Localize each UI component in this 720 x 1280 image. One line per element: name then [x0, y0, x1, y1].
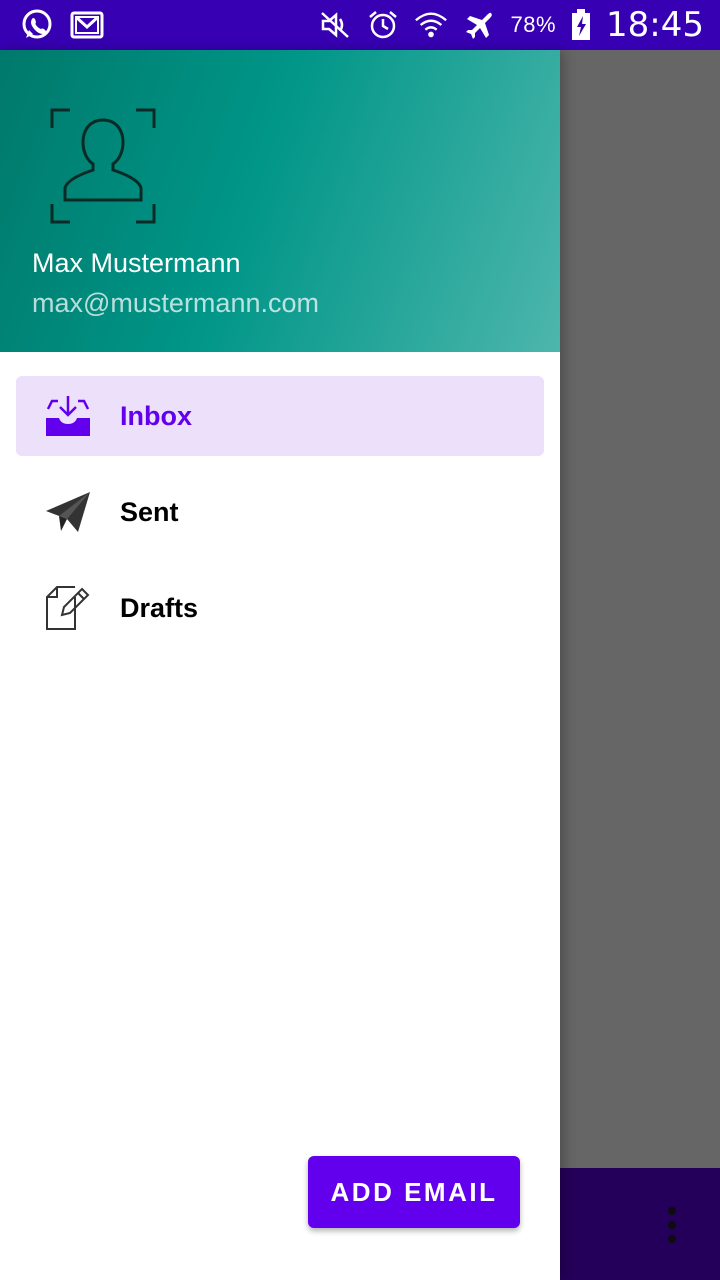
drawer-item-drafts[interactable]: Drafts [16, 568, 544, 648]
drawer-header: Max Mustermann max@mustermann.com [0, 50, 560, 352]
wifi-icon [414, 8, 448, 42]
drawer-item-label: Sent [120, 496, 179, 527]
drawer-item-sent[interactable]: Sent [16, 472, 544, 552]
status-bar: 78% 18:45 [0, 0, 720, 50]
whatsapp-icon [20, 8, 54, 42]
user-email: max@mustermann.com [32, 288, 319, 318]
add-email-button[interactable]: ADD EMAIL [308, 1156, 520, 1228]
inbox-icon [44, 392, 92, 440]
user-name: Max Mustermann [32, 248, 241, 278]
bottom-app-bar [560, 1168, 720, 1280]
avatar-icon [50, 108, 156, 224]
clock: 18:45 [606, 5, 704, 45]
more-vert-icon[interactable] [666, 1207, 678, 1243]
drawer-menu: Inbox Sent Drafts [16, 376, 544, 664]
battery-percent: 78% [510, 12, 557, 37]
drafts-icon [44, 584, 92, 632]
navigation-drawer: Max Mustermann max@mustermann.com Inbox [0, 50, 560, 1280]
gmail-icon [70, 8, 104, 42]
mute-icon [318, 8, 352, 42]
drawer-scrim[interactable] [560, 50, 720, 1280]
send-icon [44, 488, 92, 536]
alarm-icon [366, 8, 400, 42]
drawer-item-label: Inbox [120, 400, 192, 431]
drawer-item-label: Drafts [120, 592, 199, 623]
airplane-icon [462, 8, 496, 42]
battery-charging-icon [570, 8, 592, 42]
drawer-item-inbox[interactable]: Inbox [16, 376, 544, 456]
